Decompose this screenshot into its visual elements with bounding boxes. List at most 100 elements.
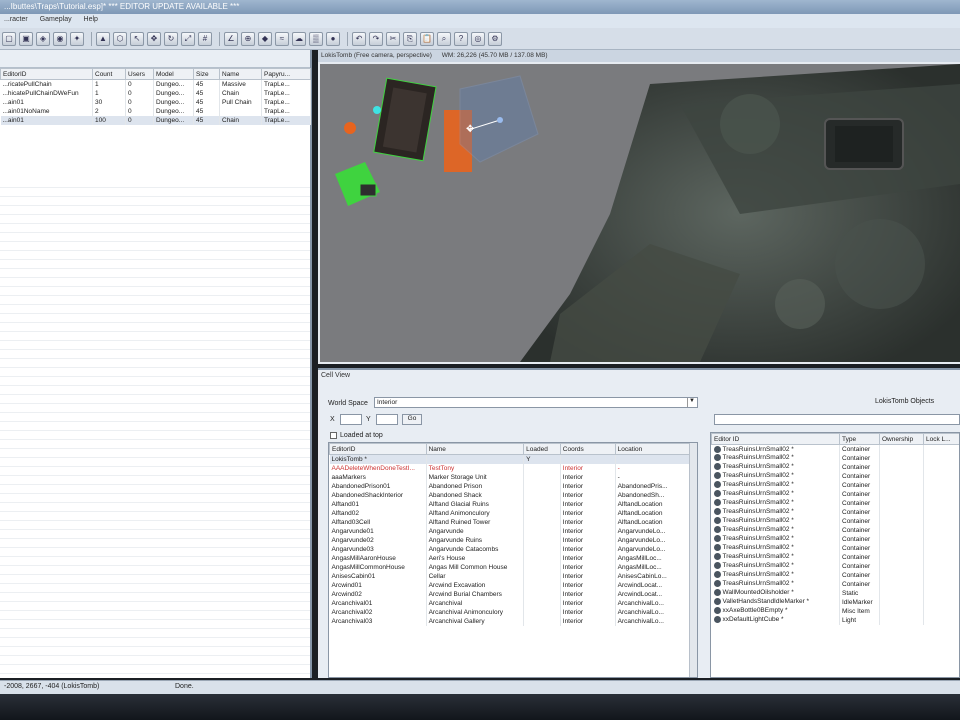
paste-icon[interactable]: 📋 (420, 31, 434, 46)
open-icon[interactable]: ▢ (2, 31, 16, 46)
menu-character[interactable]: ...racter (4, 16, 28, 23)
list-item[interactable]: AbandonedShackInterior Abandoned Shack Int… (329, 490, 697, 500)
list-item[interactable]: AAADeleteWhenDoneTestI... TestTony Interio… (329, 463, 697, 473)
move-icon[interactable]: ✥ (147, 31, 161, 46)
table-row[interactable]: ...ain01 100 0 Dungeo... 45 Chain TrapLe... (0, 115, 311, 125)
light-icon[interactable]: ✦ (70, 31, 84, 46)
navmesh-icon[interactable]: ⬡ (113, 31, 127, 46)
list-item[interactable]: TreasRuinsUrnSmall02 * Container (711, 552, 959, 562)
list-item[interactable]: Arcanchival03 Arcanchival Gallery Interior… (329, 616, 697, 626)
list-item[interactable]: TreasRuinsUrnSmall02 * Container (711, 462, 959, 472)
column-header[interactable]: Model (153, 68, 194, 80)
column-header[interactable]: Name (425, 443, 525, 455)
list-item[interactable]: WallMountedOilsholder * Static (711, 588, 959, 598)
menu-help[interactable]: Help (84, 16, 98, 23)
preferences-icon[interactable]: ◈ (36, 31, 50, 46)
column-header[interactable]: Size (193, 68, 220, 80)
landscape-icon[interactable]: ▲ (96, 31, 110, 46)
find-icon[interactable]: ⌕ (437, 31, 451, 46)
column-header[interactable]: Users (125, 68, 154, 80)
list-item[interactable]: TreasRuinsUrnSmall02 * Container (711, 471, 959, 481)
list-item[interactable]: Alftand02 Alftand Animonculory Interior Alf… (329, 508, 697, 518)
objects-filter-input[interactable] (714, 414, 960, 425)
column-header[interactable]: Lock L... (923, 433, 959, 445)
havok-icon[interactable]: ● (326, 31, 340, 46)
rotate-icon[interactable]: ↻ (164, 31, 178, 46)
table-row[interactable]: ...ricatePullChain 1 0 Dungeo... 45 Massive Tr… (0, 79, 311, 89)
column-header[interactable]: Name (219, 68, 262, 80)
list-item[interactable]: ValletHandsStandIdleMarker * IdleMarker (711, 597, 959, 607)
undo-icon[interactable]: ↶ (352, 31, 366, 46)
render-icon[interactable]: ◉ (53, 31, 67, 46)
sky-icon[interactable]: ☁ (292, 31, 306, 46)
list-item[interactable]: Arcwind01 Arcwind Excavation Interior Arcwi… (329, 580, 697, 590)
pick-icon[interactable]: ↖ (130, 31, 144, 46)
column-header[interactable]: Editor ID (711, 433, 840, 445)
column-header[interactable]: EditorID (329, 443, 427, 455)
redo-icon[interactable]: ↷ (369, 31, 383, 46)
x-coordinate-input[interactable] (340, 414, 362, 425)
snap-grid-icon[interactable]: # (198, 31, 212, 46)
settings-icon[interactable]: ⚙ (488, 31, 502, 46)
cut-icon[interactable]: ✂ (386, 31, 400, 46)
cell-list-scrollbar[interactable] (689, 443, 697, 677)
column-header[interactable]: Coords (559, 443, 616, 455)
column-header[interactable]: EditorID (0, 68, 93, 80)
copy-icon[interactable]: ⎘ (403, 31, 417, 46)
list-item[interactable]: AbandonedPrison01 Abandoned Prison Interio… (329, 481, 697, 491)
table-row[interactable]: ...hicatePullChainDWeFun 1 0 Dungeo... 45 Cha… (0, 88, 311, 98)
list-item[interactable]: Alftand01 Alftand Glacial Ruins Interior Al… (329, 499, 697, 509)
list-item[interactable]: AnisesCabin01 Cellar Interior AnisesCabinLo… (329, 571, 697, 581)
column-header[interactable]: Type (839, 433, 880, 445)
snap-angle-icon[interactable]: ∠ (224, 31, 238, 46)
help-icon[interactable]: ? (454, 31, 468, 46)
list-item[interactable]: xxDefaultLightCube * Light (711, 615, 959, 625)
list-item[interactable]: Angarvunde01 Angarvunde Interior Angarvunde… (329, 526, 697, 536)
list-item[interactable]: LokisTomb * Y (329, 454, 697, 464)
column-header[interactable]: Count (92, 68, 126, 80)
list-item[interactable]: xxAxeBottle0BEmpty * Misc Item (711, 606, 959, 616)
list-item[interactable]: TreasRuinsUrnSmall02 * Container (711, 534, 959, 544)
column-header[interactable]: Loaded (523, 443, 561, 455)
list-item[interactable]: TreasRuinsUrnSmall02 * Container (711, 543, 959, 553)
list-item[interactable]: TreasRuinsUrnSmall02 * Container (711, 570, 959, 580)
list-item[interactable]: Angarvunde02 Angarvunde Ruins Interior Anga… (329, 535, 697, 545)
render-window-tab[interactable]: LokisTomb (Free camera, perspective) WM:… (318, 50, 960, 62)
list-item[interactable]: TreasRuinsUrnSmall02 * Container (711, 498, 959, 508)
worldspace-dropdown[interactable]: Interior ▼ (374, 397, 698, 408)
list-item[interactable]: TreasRuinsUrnSmall02 * Container (711, 579, 959, 589)
list-item[interactable]: TreasRuinsUrnSmall02 * Container (711, 453, 959, 463)
list-item[interactable]: TreasRuinsUrnSmall02 * Container (711, 525, 959, 535)
list-item[interactable]: Alftand03Cell Alftand Ruined Tower Interio… (329, 517, 697, 527)
list-item[interactable]: TreasRuinsUrnSmall02 * Container (711, 561, 959, 571)
list-item[interactable]: Arcanchival01 Arcanchival Interior Arcanchi… (329, 598, 697, 608)
list-item[interactable]: TreasRuinsUrnSmall02 * Container (711, 516, 959, 526)
list-item[interactable]: AngasMillAaronHouse Aeri's House Interior A… (329, 553, 697, 563)
table-row[interactable]: ...ain01NoName 2 0 Dungeo... 45 TrapLe... (0, 106, 311, 116)
list-item[interactable]: Angarvunde03 Angarvunde Catacombs Interior… (329, 544, 697, 554)
snap-ref-icon[interactable]: ⊕ (241, 31, 255, 46)
3d-viewport[interactable]: ✥ (320, 64, 960, 362)
table-row[interactable]: ...ain01 30 0 Dungeo... 45 Pull Chain TrapLe..… (0, 97, 311, 107)
column-header[interactable]: Location (614, 443, 697, 455)
list-item[interactable]: TreasRuinsUrnSmall02 * Container (711, 507, 959, 517)
list-item[interactable]: aaaMarkers Marker Storage Unit Interior - (329, 472, 697, 482)
list-item[interactable]: Arcwind02 Arcwind Burial Chambers Interior… (329, 589, 697, 599)
camera-icon[interactable]: ◎ (471, 31, 485, 46)
list-item[interactable]: TreasRuinsUrnSmall02 * Container (711, 489, 959, 499)
menu-gameplay[interactable]: Gameplay (40, 16, 72, 23)
scale-icon[interactable]: ⤢ (181, 31, 195, 46)
list-item[interactable]: TreasRuinsUrnSmall02 * Container (711, 444, 959, 454)
list-item[interactable]: Arcanchival02 Arcanchival Animonculory Int… (329, 607, 697, 617)
save-icon[interactable]: ▣ (19, 31, 33, 46)
y-coordinate-input[interactable] (376, 414, 398, 425)
marker-icon[interactable]: ◆ (258, 31, 272, 46)
go-button[interactable]: Go (402, 414, 422, 425)
column-header[interactable]: Papyru... (261, 68, 311, 80)
list-item[interactable]: AngasMillCommonHouse Angas Mill Common Ho… (329, 562, 697, 572)
fog-icon[interactable]: ▒ (309, 31, 323, 46)
list-item[interactable]: TreasRuinsUrnSmall02 * Container (711, 480, 959, 490)
water-icon[interactable]: ≈ (275, 31, 289, 46)
column-header[interactable]: Ownership (879, 433, 924, 445)
loaded-at-top-checkbox[interactable]: Loaded at top (330, 432, 383, 439)
